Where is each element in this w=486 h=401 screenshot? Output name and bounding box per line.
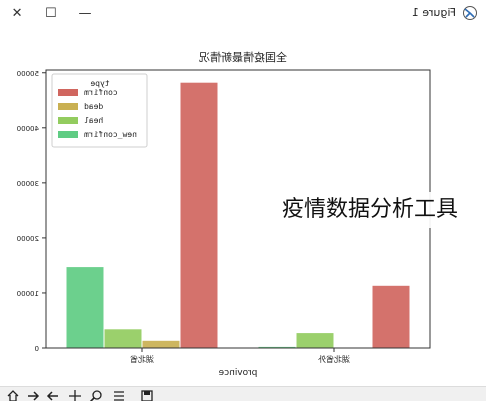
configure-subplots-button[interactable]: [112, 388, 126, 401]
bar-confirm-0: [372, 285, 410, 348]
save-icon: [141, 390, 153, 401]
chart-title: 全国疫情最新情况: [199, 50, 287, 64]
close-icon: ✕: [11, 5, 23, 21]
matplotlib-logo-icon: [463, 6, 477, 20]
legend-swatch-dead: [58, 103, 78, 110]
pan-button[interactable]: [68, 388, 82, 401]
x-tick-label-1: 湖北省: [130, 354, 154, 364]
pan-icon: [69, 390, 81, 401]
y-tick-label-3: 30000: [17, 180, 39, 188]
window-title: Figure 1: [411, 6, 456, 19]
x-axis-label: province: [218, 368, 257, 378]
legend-title: type: [90, 79, 109, 88]
legend-label-new_confirm: new_confirm: [84, 130, 137, 139]
legend-label-heal: heal: [84, 116, 103, 125]
back-icon: [28, 391, 40, 401]
legend: type confirm dead heal new_confirm: [51, 73, 148, 148]
minimize-button[interactable]: —: [70, 0, 100, 26]
bar-new_confirm-1: [66, 267, 104, 348]
close-button[interactable]: ✕: [2, 0, 32, 26]
legend-swatch-heal: [58, 117, 78, 124]
y-tick-label-4: 40000: [17, 125, 39, 133]
forward-button[interactable]: [46, 388, 60, 401]
y-tick-label-0: 0: [35, 345, 39, 353]
x-tick-label-0: 湖北省外: [318, 354, 350, 364]
zoom-icon: [89, 390, 102, 401]
bar-heal-1: [104, 329, 142, 348]
y-tick-label-5: 50000: [17, 70, 39, 78]
bar-heal-0: [296, 333, 334, 348]
home-button[interactable]: [6, 388, 20, 401]
back-button[interactable]: [26, 388, 40, 401]
title-bar: Figure 1 — ☐ ✕: [0, 0, 486, 27]
bar-confirm-1: [180, 82, 218, 348]
legend-label-dead: dead: [84, 102, 103, 111]
navigation-toolbar: [0, 386, 486, 401]
overlay-caption: 疫情数据分析工具: [282, 192, 486, 228]
configure-subplots-icon: [114, 391, 124, 401]
y-tick-label-2: 20000: [17, 235, 39, 243]
home-icon: [7, 390, 19, 401]
legend-swatch-new_confirm: [58, 131, 78, 138]
minimize-icon: —: [78, 5, 92, 21]
y-tick-label-1: 10000: [17, 290, 39, 298]
legend-swatch-confirm: [58, 89, 78, 96]
bar-dead-1: [142, 340, 180, 348]
maximize-button[interactable]: ☐: [36, 0, 66, 26]
forward-icon: [46, 391, 58, 401]
legend-label-confirm: confirm: [84, 88, 118, 97]
save-button[interactable]: [140, 388, 154, 401]
maximize-icon: ☐: [45, 5, 57, 21]
zoom-button[interactable]: [89, 388, 103, 401]
